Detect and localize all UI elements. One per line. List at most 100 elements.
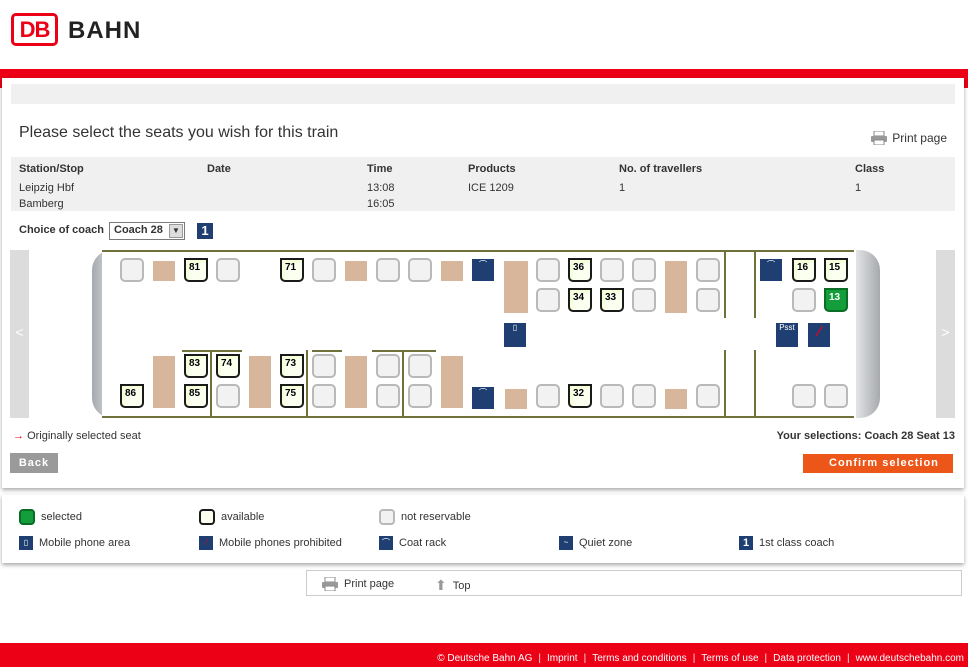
legend: selected available not reservable ▯ Mobi… [2, 495, 964, 563]
col-class: Class [855, 163, 885, 175]
seat-33[interactable]: 33 [600, 288, 624, 312]
footer-link-terms-conditions[interactable]: Terms and conditions [592, 653, 687, 664]
seat-not-reservable [632, 258, 656, 282]
printer-icon [322, 577, 338, 591]
footer-link-imprint[interactable]: Imprint [547, 653, 578, 664]
arrow-right-icon: → [13, 430, 24, 442]
site-footer: © Deutsche Bahn AG | Imprint | Terms and… [0, 643, 968, 667]
seat-15[interactable]: 15 [824, 258, 848, 282]
seat-86[interactable]: 86 [120, 384, 144, 408]
legend-coat-rack: ⌒ Coat rack [379, 536, 446, 550]
table [153, 261, 175, 281]
table [441, 356, 463, 408]
legend-phone-area: ▯ Mobile phone area [19, 536, 130, 550]
back-to-top-link[interactable]: ⬆ Top [435, 577, 470, 594]
seat-not-reservable [376, 354, 400, 378]
footer-link-terms-use[interactable]: Terms of use [701, 653, 758, 664]
seat-85[interactable]: 85 [184, 384, 208, 408]
legend-selected-label: selected [41, 511, 82, 523]
separator: | [764, 653, 768, 664]
legend-not-reservable: not reservable [379, 509, 471, 525]
bottom-print-link[interactable]: Print page [322, 577, 394, 591]
legend-coat-rack-label: Coat rack [399, 537, 447, 549]
legend-first-class-label: 1st class coach [759, 537, 835, 549]
phones-prohibited-icon: ⁄ [808, 323, 830, 347]
seat-74[interactable]: 74 [216, 354, 240, 378]
table [249, 356, 271, 408]
quiet-zone-icon: Psst [776, 323, 798, 347]
seat-81[interactable]: 81 [184, 258, 208, 282]
seat-36[interactable]: 36 [568, 258, 592, 282]
db-logo[interactable]: DB [11, 13, 58, 46]
selection-coach: Coach 28 [864, 430, 914, 442]
seat-73[interactable]: 73 [280, 354, 304, 378]
selected-seat-swatch [19, 509, 35, 525]
seat-34[interactable]: 34 [568, 288, 592, 312]
prev-coach-button[interactable]: < [10, 250, 29, 418]
seat-not-reservable [120, 258, 144, 282]
col-station: Station/Stop [19, 163, 84, 175]
coach-choice-label: Choice of coach [19, 224, 104, 236]
seat-71[interactable]: 71 [280, 258, 304, 282]
phones-prohibited-icon: ⁄ [199, 536, 213, 550]
seat-16[interactable]: 16 [792, 258, 816, 282]
footer-link-website[interactable]: www.deutschebahn.com [856, 653, 964, 664]
seat-83[interactable]: 83 [184, 354, 208, 378]
top-strip [11, 84, 955, 104]
site-header: DB BAHN [0, 0, 968, 70]
seat-not-reservable [696, 288, 720, 312]
coach-select[interactable]: Coach 28 ▼ [109, 222, 185, 240]
partition [312, 350, 342, 352]
next-coach-button[interactable]: > [936, 250, 955, 418]
bottom-print-label: Print page [344, 578, 395, 590]
copyright: © Deutsche Bahn AG [437, 653, 533, 664]
seat-not-reservable [312, 354, 336, 378]
arrival-time: 16:05 [367, 198, 395, 210]
col-time: Time [367, 163, 393, 175]
chevron-down-icon: ▼ [169, 224, 183, 238]
seat-not-reservable [408, 354, 432, 378]
coat-rack-icon: ⌒ [472, 259, 494, 281]
available-seat-swatch [199, 509, 215, 525]
selections-label: Your selections: [776, 430, 862, 442]
col-date: Date [207, 163, 231, 175]
seat-not-reservable [600, 384, 624, 408]
partition [212, 350, 242, 352]
back-button[interactable]: Back [10, 453, 58, 473]
confirm-selection-button[interactable]: Confirm selection [803, 454, 953, 473]
seat-not-reservable [312, 384, 336, 408]
seat-75[interactable]: 75 [280, 384, 304, 408]
table [665, 261, 687, 313]
separator: | [692, 653, 696, 664]
table [441, 261, 463, 281]
seat-32[interactable]: 32 [568, 384, 592, 408]
seat-not-reservable [600, 258, 624, 282]
seat-13[interactable]: 13 [824, 288, 848, 312]
from-station: Leipzig Hbf [19, 182, 75, 194]
legend-phones-prohibited: ⁄ Mobile phones prohibited [199, 536, 342, 550]
seat-not-reservable [376, 258, 400, 282]
bahn-wordmark: BAHN [68, 17, 142, 44]
table [345, 356, 367, 408]
legend-quiet-zone: ~ Quiet zone [559, 536, 632, 550]
seat-not-reservable [312, 258, 336, 282]
page-title: Please select the seats you wish for thi… [19, 124, 339, 141]
coach-diagram: 81 71 ⌒ 36 ⌒ 16 15 34 33 13 ▯ Psst ⁄ 83 … [92, 250, 880, 418]
coach-select-value: Coach 28 [114, 224, 163, 236]
printer-icon [871, 131, 888, 145]
print-page-link[interactable]: Print page [871, 131, 947, 145]
your-selections: Your selections: Coach 28 Seat 13 [777, 430, 955, 442]
legend-available: available [199, 509, 264, 525]
seat-not-reservable [824, 384, 848, 408]
coach-end-right [856, 250, 880, 418]
confirm-label: Confirm selection [829, 457, 939, 469]
partition [372, 350, 436, 352]
partition [306, 350, 308, 416]
partition [724, 252, 726, 318]
travel-class: 1 [855, 182, 862, 194]
selection-seat: Seat 13 [916, 430, 955, 442]
footer-link-data-protection[interactable]: Data protection [773, 653, 841, 664]
seat-not-reservable [792, 288, 816, 312]
first-class-icon: 1 [739, 536, 753, 550]
table [505, 389, 527, 409]
